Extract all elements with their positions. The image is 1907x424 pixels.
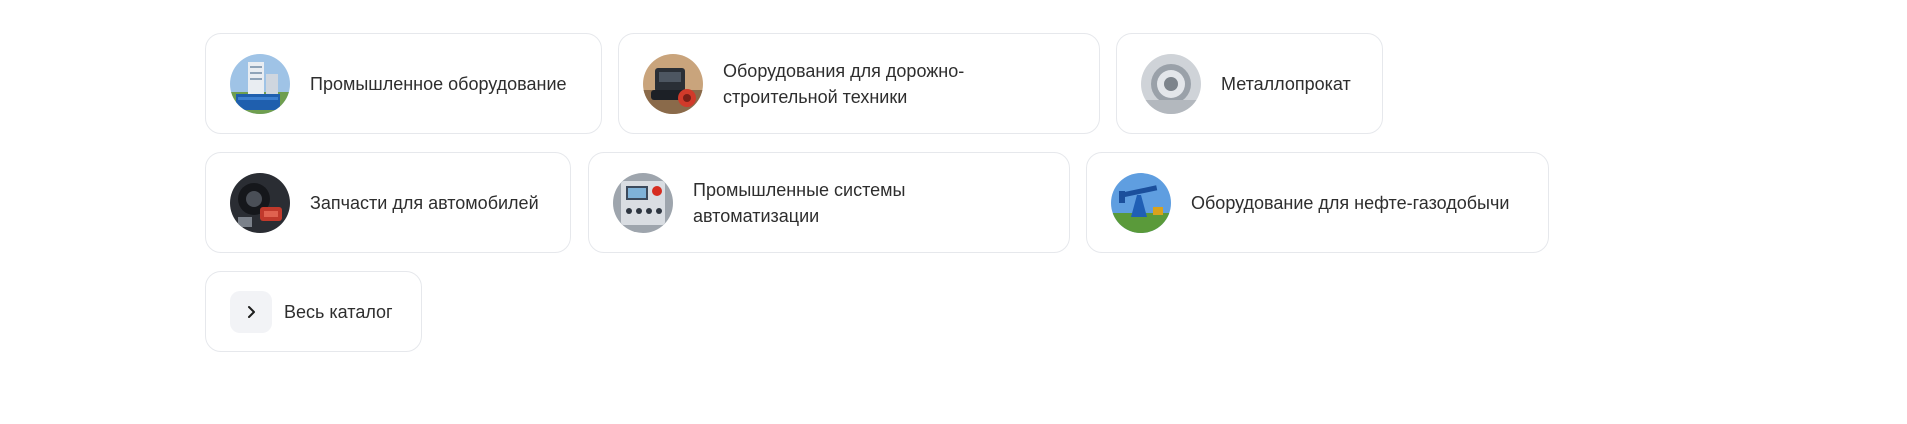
rolled-metal-image: [1141, 53, 1201, 114]
industrial-equipment-image: [230, 53, 290, 114]
category-label: Металлопрокат: [1221, 73, 1351, 94]
oil-pump-image: [1111, 172, 1171, 233]
category-card-rolled-metal[interactable]: Металлопрокат: [1116, 33, 1383, 134]
category-label: Промышленное оборудование: [310, 73, 567, 94]
road-machinery-image: [643, 53, 703, 114]
category-card-car-parts[interactable]: Запчасти для автомобилей: [205, 152, 571, 253]
all-catalog-label: Весь каталог: [284, 301, 393, 322]
car-parts-image: [230, 172, 290, 233]
category-label: Промышленные системы автоматизации: [693, 179, 906, 226]
category-card-automation[interactable]: Промышленные системы автоматизации: [588, 152, 1070, 253]
category-card-road-machinery[interactable]: Оборудования для дорожно-строительной те…: [618, 33, 1100, 134]
automation-panel-image: [613, 172, 673, 233]
all-catalog-button[interactable]: Весь каталог: [205, 271, 422, 352]
category-card-oil-gas[interactable]: Оборудование для нефте-газодобычи: [1086, 152, 1549, 253]
category-card-industrial-equipment[interactable]: Промышленное оборудование: [205, 33, 602, 134]
category-label: Оборудования для дорожно-строительной те…: [723, 60, 965, 107]
category-label: Оборудование для нефте-газодобычи: [1191, 192, 1510, 213]
chevron-right-icon: [230, 290, 272, 333]
category-label: Запчасти для автомобилей: [310, 192, 539, 213]
